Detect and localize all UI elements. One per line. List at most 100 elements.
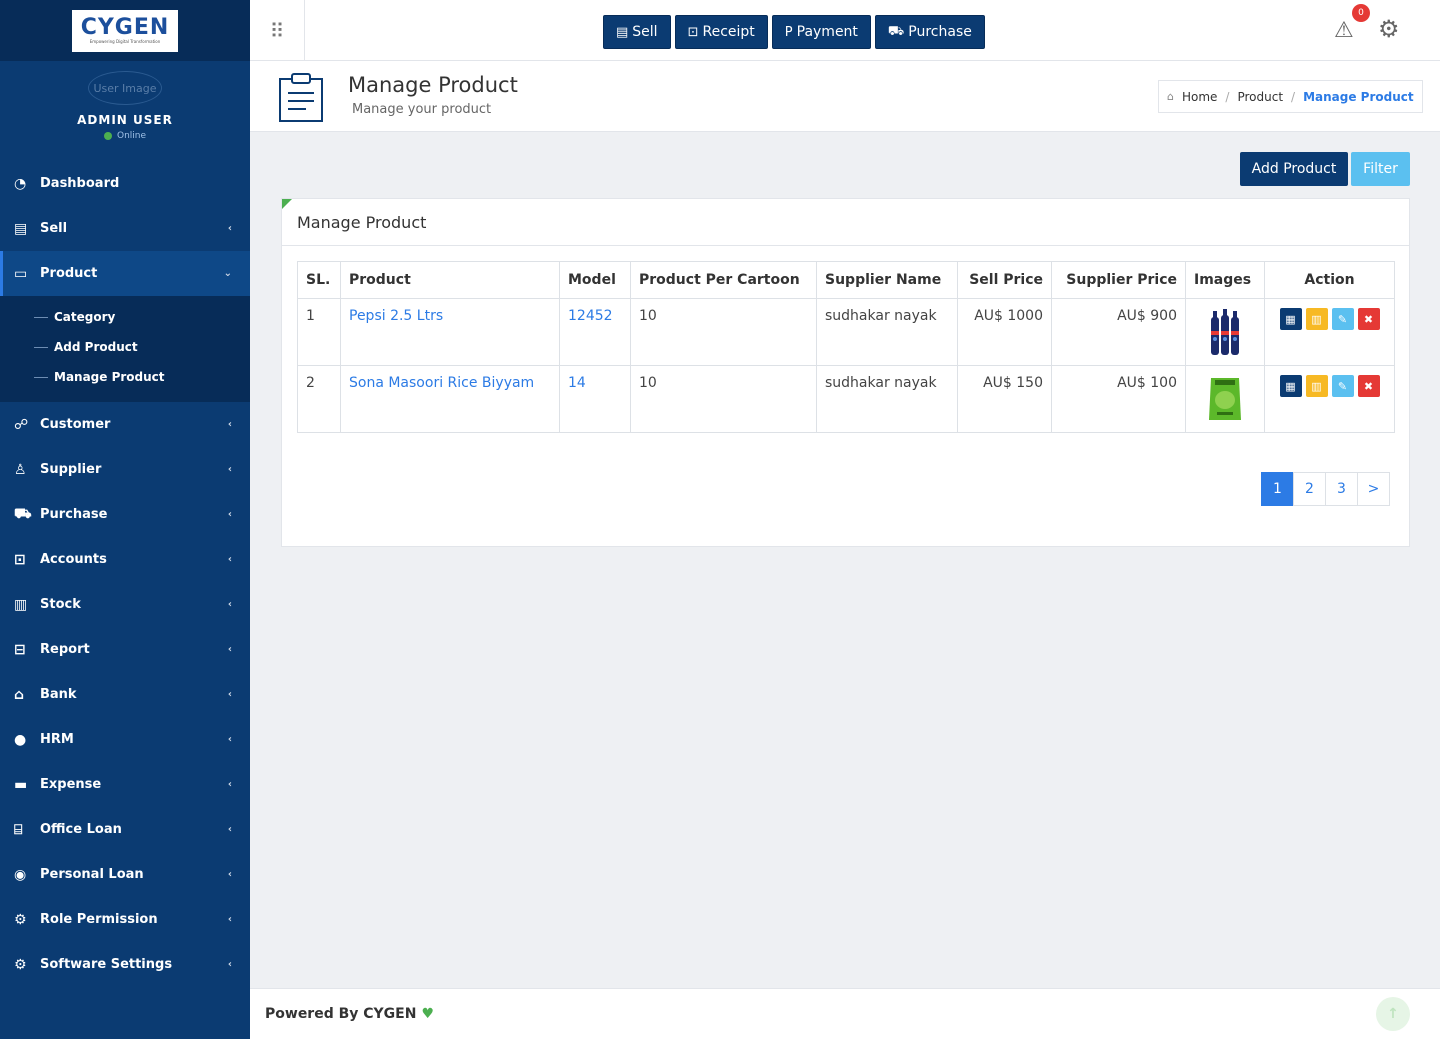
- edit-button[interactable]: ✎: [1331, 375, 1354, 397]
- submenu-item-category[interactable]: Category: [0, 302, 250, 332]
- page-1-button[interactable]: 1: [1261, 472, 1294, 506]
- qr-code-button[interactable]: ▦: [1279, 375, 1302, 397]
- cell-supplier-price: AU$ 100: [1051, 365, 1186, 433]
- quick-actions: ▤ Sell ⊡ Receipt P Payment ⛟ Purchase: [603, 15, 985, 49]
- manage-product-panel: Manage Product SL. Product Model Product…: [281, 198, 1410, 547]
- sidebar-item-sell[interactable]: ▤ Sell ‹: [0, 206, 250, 251]
- filter-button[interactable]: Filter: [1351, 152, 1410, 186]
- gear-icon: ⚙: [14, 911, 27, 928]
- cell-actions: ▦ ▥ ✎ ✖: [1264, 298, 1395, 366]
- product-submenu: Category Add Product Manage Product: [0, 296, 250, 402]
- sidebar-item-bank[interactable]: ⌂ Bank ‹: [0, 672, 250, 717]
- product-link[interactable]: Pepsi 2.5 Ltrs: [340, 298, 560, 366]
- tree-line: [34, 316, 48, 318]
- sell-button-label: Sell: [632, 24, 658, 40]
- qr-code-button[interactable]: ▦: [1279, 308, 1302, 330]
- cart-icon: ⛟: [887, 23, 905, 39]
- table-header-row: SL. Product Model Product Per Cartoon Su…: [297, 261, 1395, 299]
- model-link[interactable]: 14: [559, 365, 631, 433]
- sidebar-item-role-permission[interactable]: ⚙ Role Permission ‹: [0, 897, 250, 942]
- submenu-item-add-product[interactable]: Add Product: [0, 332, 250, 362]
- page-title: Manage Product: [348, 73, 518, 97]
- cell-sl: 2: [297, 365, 341, 433]
- chevron-left-icon: ‹: [227, 734, 232, 745]
- sidebar-item-label: Personal Loan: [40, 867, 144, 882]
- delete-button[interactable]: ✖: [1357, 375, 1380, 397]
- cell-image: [1185, 298, 1265, 366]
- submenu-label: Manage Product: [54, 370, 165, 384]
- col-sell-price: Sell Price: [957, 261, 1052, 299]
- warning-icon[interactable]: ⚠: [1334, 18, 1360, 44]
- col-product: Product: [340, 261, 560, 299]
- barcode-button[interactable]: ▥: [1305, 375, 1328, 397]
- pepsi-bottles-image: [1205, 307, 1245, 357]
- breadcrumb-product[interactable]: Product: [1237, 90, 1283, 104]
- chevron-left-icon: ‹: [227, 223, 232, 234]
- tree-line: [34, 346, 48, 348]
- sidebar-item-label: Expense: [40, 777, 102, 792]
- institution-icon: ⌸: [14, 821, 23, 838]
- cell-supplier-price: AU$ 900: [1051, 298, 1186, 366]
- barcode-button[interactable]: ▥: [1305, 308, 1328, 330]
- chevron-left-icon: ‹: [227, 419, 232, 430]
- cell-sell-price: AU$ 150: [957, 365, 1052, 433]
- dashboard-icon: ◔: [14, 175, 27, 192]
- sidebar-item-dashboard[interactable]: ◔ Dashboard: [0, 161, 250, 206]
- sidebar-item-customer[interactable]: ☍ Customer ‹: [0, 402, 250, 447]
- sidebar-item-label: Purchase: [40, 507, 108, 522]
- sell-button[interactable]: ▤ Sell: [603, 15, 671, 49]
- sidebar-item-hrm[interactable]: ● HRM ‹: [0, 717, 250, 762]
- sidebar-item-supplier[interactable]: ♙ Supplier ‹: [0, 447, 250, 492]
- page-2-button[interactable]: 2: [1293, 472, 1326, 506]
- sidebar-item-expense[interactable]: ▬ Expense ‹: [0, 762, 250, 807]
- cell-supplier: sudhakar nayak: [816, 365, 958, 433]
- purchase-button[interactable]: ⛟ Purchase: [874, 15, 985, 49]
- footer-text: Powered By CYGEN: [265, 1006, 417, 1022]
- sidebar-item-accounts[interactable]: ⊡ Accounts ‹: [0, 537, 250, 582]
- sidebar-item-stock[interactable]: ▥ Stock ‹: [0, 582, 250, 627]
- breadcrumb-home[interactable]: Home: [1182, 90, 1217, 104]
- panel-title: Manage Product: [282, 199, 1409, 246]
- sidebar-item-software-settings[interactable]: ⚙ Software Settings ‹: [0, 942, 250, 987]
- product-link[interactable]: Sona Masoori Rice Biyyam: [340, 365, 560, 433]
- payment-button-label: Payment: [796, 24, 858, 40]
- supplier-icon: ♙: [14, 461, 27, 478]
- logo-tagline: Empowering Digital Transformation: [89, 39, 161, 44]
- heart-icon: ♥: [421, 1006, 435, 1022]
- book-icon: ⊟: [14, 641, 26, 658]
- product-table: SL. Product Model Product Per Cartoon Su…: [297, 261, 1395, 433]
- chevron-left-icon: ‹: [227, 509, 232, 520]
- sidebar: CYGEN Empowering Digital Transformation …: [0, 0, 250, 1039]
- payment-button[interactable]: P Payment: [771, 15, 871, 49]
- tree-line: [34, 376, 48, 378]
- user-name: ADMIN USER: [77, 113, 173, 127]
- delete-button[interactable]: ✖: [1357, 308, 1380, 330]
- next-page-button[interactable]: >: [1357, 472, 1390, 506]
- scroll-to-top-button[interactable]: ↑: [1376, 997, 1410, 1031]
- sidebar-item-purchase[interactable]: ⛟ Purchase ‹: [0, 492, 250, 537]
- model-link[interactable]: 12452: [559, 298, 631, 366]
- card-icon: ▬: [14, 776, 28, 793]
- settings-gear-icon[interactable]: ⚙: [1378, 15, 1406, 43]
- sidebar-item-personal-loan[interactable]: ◉ Personal Loan ‹: [0, 852, 250, 897]
- receipt-button[interactable]: ⊡ Receipt: [674, 15, 768, 49]
- app-grid-icon[interactable]: ⠿: [250, 0, 305, 61]
- cell-per-cartoon: 10: [630, 365, 817, 433]
- sidebar-item-report[interactable]: ⊟ Report ‹: [0, 627, 250, 672]
- edit-button[interactable]: ✎: [1331, 308, 1354, 330]
- chevron-left-icon: ‹: [227, 464, 232, 475]
- sidebar-item-product[interactable]: ▭ Product ⌄: [0, 251, 250, 296]
- logo[interactable]: CYGEN Empowering Digital Transformation: [72, 9, 178, 52]
- page-header: Manage Product Manage your product ⌂ Hom…: [250, 61, 1440, 132]
- breadcrumb: ⌂ Home / Product / Manage Product: [1158, 80, 1423, 113]
- chevron-left-icon: ‹: [227, 824, 232, 835]
- rice-bag-image: [1205, 374, 1245, 424]
- submenu-item-manage-product[interactable]: Manage Product: [0, 362, 250, 392]
- sidebar-item-office-loan[interactable]: ⌸ Office Loan ‹: [0, 807, 250, 852]
- product-icon: ▭: [14, 265, 28, 282]
- user-status: Online: [103, 131, 146, 141]
- breadcrumb-current: Manage Product: [1303, 89, 1414, 104]
- page-3-button[interactable]: 3: [1325, 472, 1358, 506]
- add-product-button[interactable]: Add Product: [1240, 152, 1348, 186]
- bar-chart-icon: ▥: [14, 596, 28, 613]
